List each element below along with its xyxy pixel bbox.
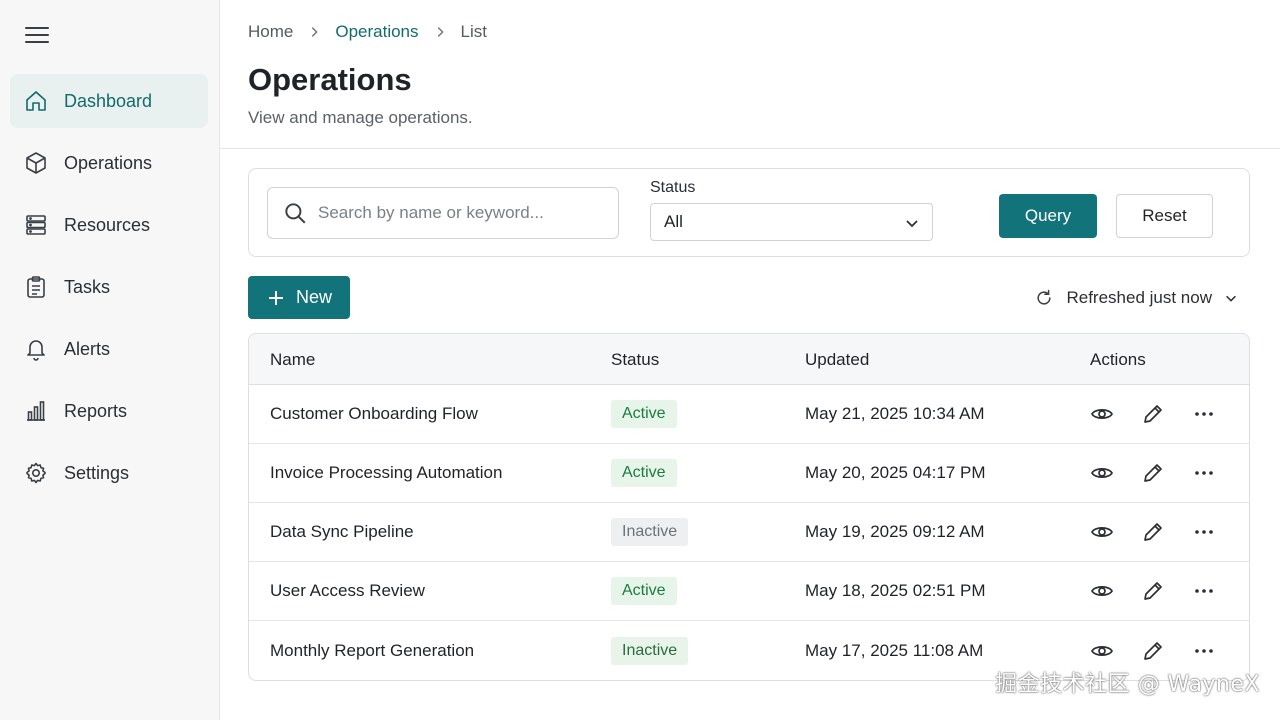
operations-table: Name Status Updated Actions Customer Onb… xyxy=(248,333,1250,681)
row-actions xyxy=(1089,401,1242,427)
breadcrumb-operations[interactable]: Operations xyxy=(335,22,418,42)
row-name: Invoice Processing Automation xyxy=(270,463,503,482)
sidebar-item-label: Alerts xyxy=(64,338,111,359)
sidebar-item-label: Tasks xyxy=(64,276,111,297)
sidebar-item-settings[interactable]: Settings xyxy=(10,446,208,500)
new-button-label: New xyxy=(295,287,332,307)
edit-icon[interactable] xyxy=(1140,578,1166,604)
sidebar-item-alerts[interactable]: Alerts xyxy=(10,322,208,376)
status-badge: Inactive xyxy=(611,518,689,546)
filter-panel: Status All Query Reset xyxy=(248,168,1250,257)
plus-icon xyxy=(268,290,283,305)
row-name: Monthly Report Generation xyxy=(270,640,475,660)
more-options-icon[interactable] xyxy=(1191,401,1217,427)
sidebar-item-label: Dashboard xyxy=(64,90,153,111)
page-title: Operations xyxy=(248,62,412,97)
search-box[interactable] xyxy=(267,187,619,239)
edit-icon[interactable] xyxy=(1140,519,1166,545)
chevron-right-icon xyxy=(307,25,321,39)
bell-icon xyxy=(27,340,45,361)
edit-icon[interactable] xyxy=(1140,460,1166,486)
row-name: Customer Onboarding Flow xyxy=(270,404,478,423)
row-updated: May 17, 2025 11:08 AM xyxy=(805,640,984,660)
view-icon[interactable] xyxy=(1089,401,1115,427)
sidebar-item-label: Settings xyxy=(64,462,130,483)
sidebar: Dashboard Operations Resources Tasks Ale… xyxy=(0,0,220,720)
status-badge: Active xyxy=(611,577,677,605)
status-filter-value: All xyxy=(664,212,683,231)
server-icon xyxy=(26,215,46,235)
refresh-control[interactable]: Refreshed just now xyxy=(1034,286,1238,310)
sidebar-item-label: Reports xyxy=(64,400,128,421)
sidebar-item-tasks[interactable]: Tasks xyxy=(10,260,208,314)
home-icon xyxy=(26,91,46,111)
row-actions xyxy=(1089,519,1242,545)
status-filter-select[interactable]: All xyxy=(650,203,933,241)
search-icon xyxy=(285,203,306,224)
column-header-name[interactable]: Name xyxy=(270,350,315,370)
main-content: Home Operations List Operations View and… xyxy=(220,0,1280,720)
status-filter-label: Status xyxy=(650,179,696,196)
breadcrumb: Home Operations List xyxy=(248,20,487,44)
chevron-down-icon xyxy=(1226,295,1236,302)
reset-button[interactable]: Reset xyxy=(1116,194,1213,238)
row-updated: May 21, 2025 10:34 AM xyxy=(805,404,985,423)
cube-icon xyxy=(26,152,46,174)
table-row[interactable]: User Access Review Active May 18, 2025 0… xyxy=(249,562,1249,621)
view-icon[interactable] xyxy=(1089,519,1115,545)
query-button[interactable]: Query xyxy=(999,194,1097,238)
sidebar-item-label: Operations xyxy=(64,152,153,173)
page-subtitle: View and manage operations. xyxy=(248,108,473,127)
edit-icon[interactable] xyxy=(1140,638,1166,664)
status-badge: Inactive xyxy=(611,636,689,665)
row-updated: May 20, 2025 04:17 PM xyxy=(805,463,986,482)
sidebar-item-label: Resources xyxy=(64,214,151,235)
watermark: 掘金技术社区 @ WayneX xyxy=(995,672,1260,697)
row-name: Data Sync Pipeline xyxy=(270,522,414,541)
edit-icon[interactable] xyxy=(1140,401,1166,427)
table-header: Name Status Updated Actions xyxy=(249,334,1249,385)
table-row[interactable]: Customer Onboarding Flow Active May 21, … xyxy=(249,385,1249,444)
sidebar-item-resources[interactable]: Resources xyxy=(10,198,208,252)
gear-icon xyxy=(26,462,46,484)
bar-chart-icon xyxy=(27,401,45,421)
column-header-updated[interactable]: Updated xyxy=(805,350,869,370)
refresh-icon xyxy=(1037,289,1052,305)
chevron-right-icon xyxy=(433,25,447,39)
view-icon[interactable] xyxy=(1089,460,1115,486)
status-badge: Active xyxy=(611,459,677,487)
view-icon[interactable] xyxy=(1089,578,1115,604)
more-options-icon[interactable] xyxy=(1191,519,1217,545)
more-options-icon[interactable] xyxy=(1191,638,1217,664)
menu-toggle-icon[interactable] xyxy=(24,24,50,46)
breadcrumb-current: List xyxy=(460,22,487,41)
row-name: User Access Review xyxy=(270,581,425,600)
new-button[interactable]: New xyxy=(248,276,350,319)
row-updated: May 19, 2025 09:12 AM xyxy=(805,522,985,541)
table-row[interactable]: Invoice Processing Automation Active May… xyxy=(249,444,1249,503)
more-options-icon[interactable] xyxy=(1191,578,1217,604)
row-actions xyxy=(1089,638,1242,664)
sidebar-nav: Dashboard Operations Resources Tasks Ale… xyxy=(10,74,208,508)
table-row[interactable]: Data Sync Pipeline Inactive May 19, 2025… xyxy=(249,503,1249,562)
row-actions xyxy=(1089,460,1242,486)
clipboard-icon xyxy=(27,276,45,298)
row-updated: May 18, 2025 02:51 PM xyxy=(805,581,986,600)
search-input[interactable] xyxy=(318,203,608,223)
chevron-down-icon xyxy=(906,220,918,228)
refresh-status-text: Refreshed just now xyxy=(1066,288,1212,307)
sidebar-item-reports[interactable]: Reports xyxy=(10,384,208,438)
more-options-icon[interactable] xyxy=(1191,460,1217,486)
view-icon[interactable] xyxy=(1089,638,1115,664)
sidebar-item-dashboard[interactable]: Dashboard xyxy=(10,74,208,128)
status-badge: Active xyxy=(611,400,677,428)
breadcrumb-home[interactable]: Home xyxy=(248,22,293,42)
page-header: Home Operations List Operations View and… xyxy=(220,0,1280,149)
column-header-status[interactable]: Status xyxy=(611,350,659,370)
sidebar-item-operations[interactable]: Operations xyxy=(10,136,208,190)
column-header-actions: Actions xyxy=(1090,350,1146,369)
row-actions xyxy=(1089,578,1242,604)
